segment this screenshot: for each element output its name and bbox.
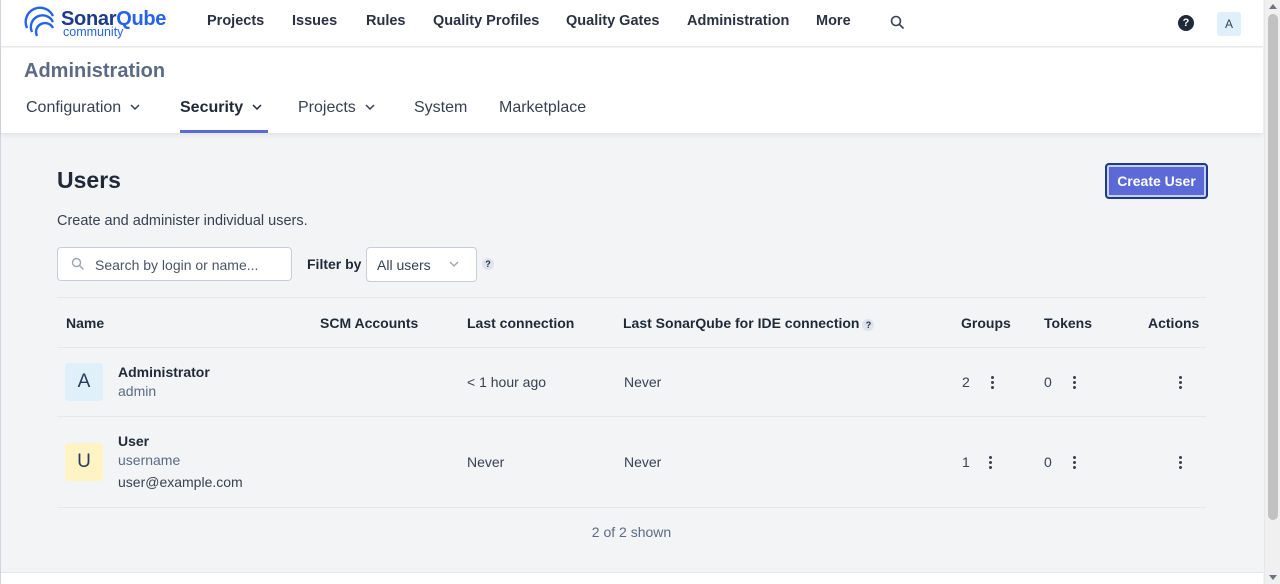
user-name: Administrator [118, 364, 210, 380]
avatar: U [65, 443, 103, 481]
table-divider [57, 507, 1206, 508]
groups-menu-icon[interactable] [991, 376, 994, 391]
tab-marketplace[interactable]: Marketplace [499, 99, 586, 117]
groups-count: 1 [962, 454, 970, 470]
col-header-actions: Actions [1148, 315, 1200, 331]
filter-select[interactable]: All users [366, 247, 477, 282]
tokens-count: 0 [1044, 374, 1052, 390]
table-divider [57, 416, 1206, 417]
tab-projects[interactable]: Projects [298, 99, 375, 117]
chevron-down-icon [365, 104, 375, 110]
groups-count: 2 [962, 374, 970, 390]
top-navbar: SonarQube community Projects Issues Rule… [1, 0, 1263, 47]
last-ide-connection: Never [624, 374, 662, 390]
chevron-down-icon [252, 104, 262, 110]
tab-configuration[interactable]: Configuration [26, 99, 140, 117]
nav-issues[interactable]: Issues [292, 13, 337, 29]
last-connection: < 1 hour ago [467, 374, 547, 390]
row-actions-icon[interactable] [1179, 456, 1182, 471]
filter-label: Filter by [307, 256, 362, 272]
nav-more[interactable]: More [816, 13, 851, 29]
tab-label: Marketplace [499, 99, 587, 116]
filter-value: All users [377, 257, 431, 273]
search-box [57, 247, 292, 281]
groups-menu-icon[interactable] [989, 456, 992, 471]
active-tab-indicator [180, 130, 268, 133]
tab-label: Projects [298, 99, 356, 116]
ide-help-icon[interactable]: ? [862, 319, 875, 331]
search-input[interactable] [95, 255, 285, 275]
last-ide-connection: Never [624, 454, 662, 470]
filter-help-icon[interactable]: ? [482, 258, 494, 270]
vertical-scrollbar[interactable] [1264, 0, 1280, 584]
nav-rules[interactable]: Rules [366, 13, 406, 29]
tokens-menu-icon[interactable] [1073, 376, 1076, 391]
scroll-up-icon[interactable] [1269, 4, 1277, 9]
sonarqube-logo-icon [24, 6, 55, 37]
tab-security[interactable]: Security [180, 99, 262, 117]
user-email: user@example.com [118, 474, 243, 490]
nav-quality-profiles[interactable]: Quality Profiles [433, 13, 539, 29]
tab-label: Security [180, 99, 244, 116]
nav-projects[interactable]: Projects [207, 13, 264, 29]
col-header-label: Last SonarQube for IDE connection [623, 315, 860, 331]
scroll-down-icon[interactable] [1269, 575, 1277, 580]
col-header-last-ide-connection: Last SonarQube for IDE connection? [623, 315, 875, 331]
nav-quality-gates[interactable]: Quality Gates [566, 13, 659, 29]
col-header-name: Name [66, 315, 105, 331]
admin-header: Administration Configuration Security Pr… [1, 48, 1263, 134]
nav-administration[interactable]: Administration [687, 13, 789, 29]
users-description: Create and administer individual users. [57, 213, 308, 229]
row-actions-icon[interactable] [1179, 376, 1182, 391]
scroll-thumb[interactable] [1268, 14, 1278, 520]
chevron-down-icon [449, 261, 459, 267]
user-name: User [118, 433, 150, 449]
users-title: Users [57, 167, 121, 193]
tokens-menu-icon[interactable] [1073, 456, 1076, 471]
table-divider [57, 297, 1206, 298]
user-login: admin [118, 383, 157, 399]
col-header-last-connection: Last connection [467, 315, 575, 331]
page-footer [1, 572, 1263, 584]
tokens-count: 0 [1044, 454, 1052, 470]
user-login: username [118, 452, 181, 468]
tab-label: Configuration [26, 99, 122, 116]
page-title: Administration [24, 60, 166, 82]
logo-edition: community [63, 25, 124, 39]
tab-system[interactable]: System [414, 99, 467, 117]
search-icon[interactable] [890, 15, 905, 30]
table-divider [57, 347, 1206, 348]
tab-label: System [414, 99, 468, 116]
results-count: 2 of 2 shown [591, 524, 672, 540]
create-user-button[interactable]: Create User [1105, 163, 1208, 199]
chevron-down-icon [130, 104, 140, 110]
col-header-groups: Groups [961, 315, 1011, 331]
user-avatar[interactable]: A [1217, 12, 1241, 36]
avatar: A [65, 363, 103, 401]
search-icon [71, 257, 84, 270]
col-header-scm-accounts: SCM Accounts [320, 315, 419, 331]
sonarqube-logo[interactable]: SonarQube community [23, 6, 173, 42]
help-icon[interactable]: ? [1178, 15, 1194, 31]
col-header-tokens: Tokens [1044, 315, 1092, 331]
last-connection: Never [467, 454, 505, 470]
